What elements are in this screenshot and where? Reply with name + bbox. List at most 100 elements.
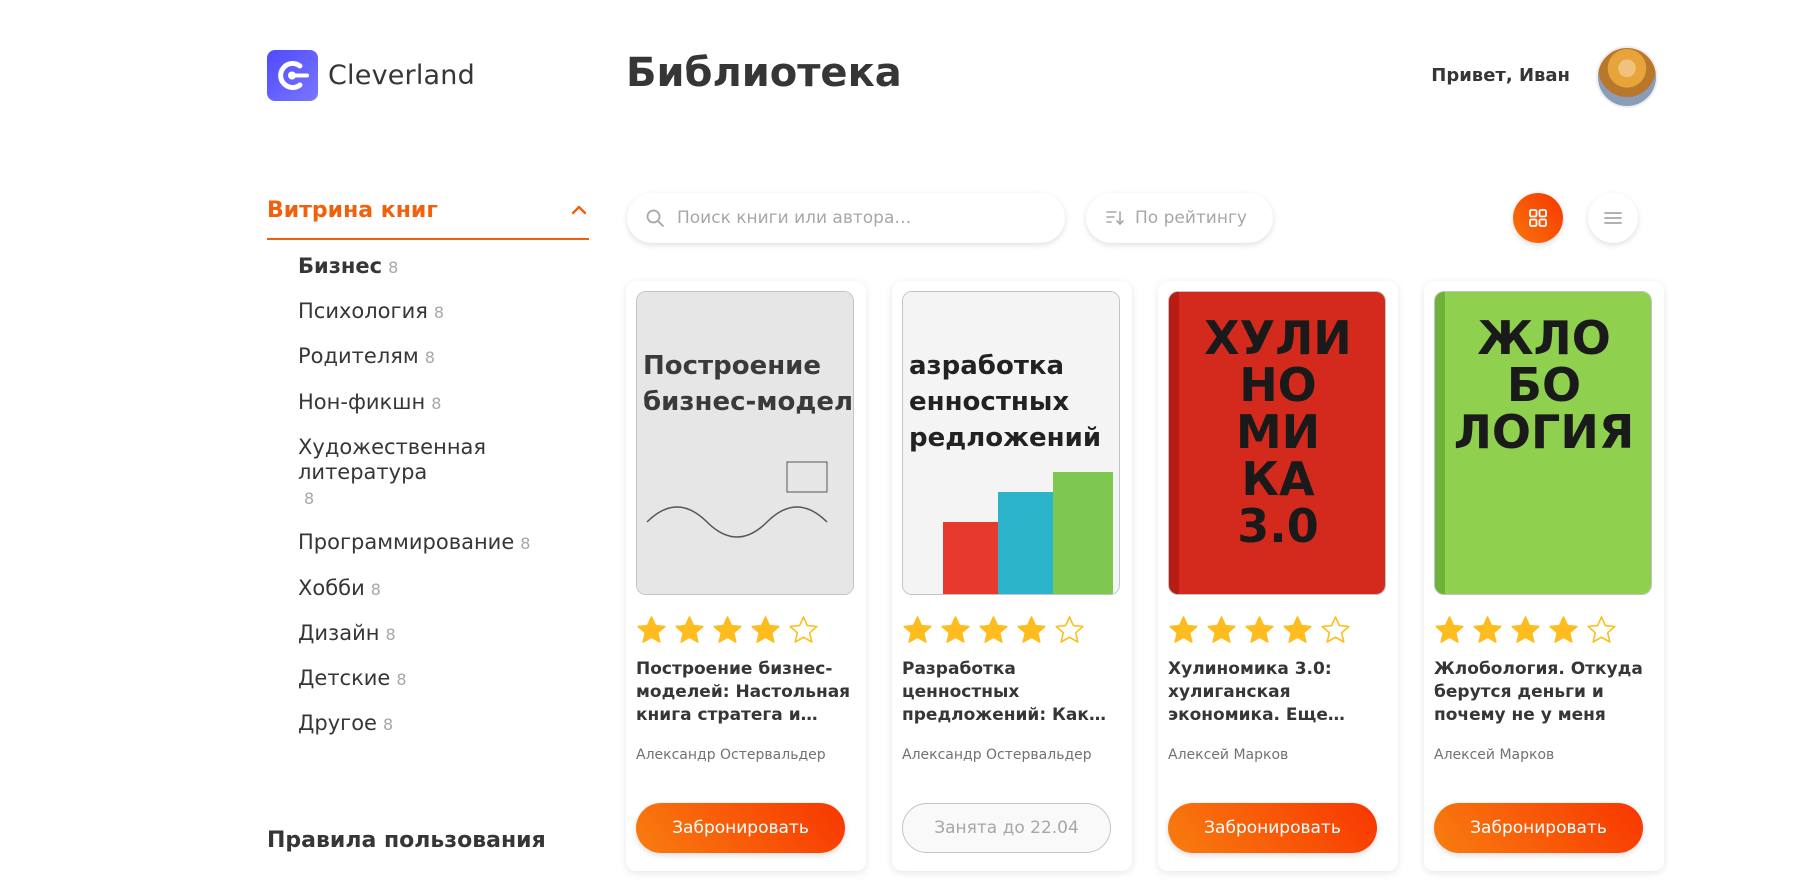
star-filled-icon xyxy=(1207,616,1236,643)
sidebar-item-kids[interactable]: Детские 8 xyxy=(298,666,589,691)
sidebar-item-psychology[interactable]: Психология 8 xyxy=(298,299,589,324)
star-empty-icon xyxy=(789,616,818,643)
book-title: Построение бизнес-моделей: Настольная кн… xyxy=(636,659,851,725)
view-list-button[interactable] xyxy=(1588,193,1638,243)
list-icon xyxy=(1604,212,1622,224)
search-bar[interactable] xyxy=(627,193,1065,243)
book-grid: Построениебизнес-моделейПостроение бизне… xyxy=(626,281,1664,871)
category-count: 8 xyxy=(396,669,407,689)
star-filled-icon xyxy=(1017,616,1046,643)
svg-text:МИ: МИ xyxy=(1236,405,1320,459)
star-filled-icon xyxy=(637,616,666,643)
sidebar-item-hobby[interactable]: Хобби 8 xyxy=(298,576,589,601)
svg-text:ЖЛО: ЖЛО xyxy=(1477,311,1611,365)
showcase-label: Витрина книг xyxy=(267,197,438,223)
star-filled-icon xyxy=(1511,616,1540,643)
svg-text:Построение: Построение xyxy=(643,351,821,381)
star-filled-icon xyxy=(941,616,970,643)
book-title: Жлобология. Откуда берутся деньги и поче… xyxy=(1434,659,1643,725)
sidebar-item-fiction[interactable]: Художественная литература 8 xyxy=(298,435,589,511)
category-count: 8 xyxy=(385,624,396,644)
sidebar-item-other[interactable]: Другое 8 xyxy=(298,711,589,736)
view-grid-button[interactable] xyxy=(1513,193,1563,243)
star-filled-icon xyxy=(1473,616,1502,643)
category-count: 8 xyxy=(388,258,399,277)
star-filled-icon xyxy=(1169,616,1198,643)
star-filled-icon xyxy=(675,616,704,643)
rating-stars xyxy=(636,615,856,645)
star-filled-icon xyxy=(979,616,1008,643)
category-count: 8 xyxy=(520,534,531,554)
book-button[interactable]: Забронировать xyxy=(636,803,845,853)
book-card[interactable]: ЖЛО БО ЛОГИЯ Жлобология. Откуда берутся ден… xyxy=(1424,281,1664,871)
svg-text:бизнес-моделей: бизнес-моделей xyxy=(643,387,854,417)
busy-until-button[interactable]: Занята до 22.04 xyxy=(902,803,1111,853)
book-cover: ХУЛИ НО МИ КА 3.0 xyxy=(1168,291,1386,595)
sort-label: По рейтингу xyxy=(1135,208,1247,228)
star-filled-icon xyxy=(1549,616,1578,643)
category-list: Бизнес 8 Психология 8 Родителям 8 Нон-фикшн… xyxy=(267,254,589,736)
sidebar-item-design[interactable]: Дизайн 8 xyxy=(298,621,589,646)
category-label: Хобби xyxy=(298,575,365,600)
svg-text:редложений: редложений xyxy=(909,423,1101,453)
category-label: Другое xyxy=(298,711,377,736)
book-card[interactable]: азработка енностных редложений Разработка ц… xyxy=(892,281,1132,871)
category-count: 8 xyxy=(433,303,445,323)
chevron-up-icon xyxy=(571,205,587,215)
book-author: Алексей Марков xyxy=(1168,747,1289,763)
search-icon xyxy=(646,209,664,227)
book-title: Разработка ценностных предложений: Как с… xyxy=(902,659,1089,725)
sidebar-item-rules[interactable]: Правила пользования xyxy=(267,828,546,853)
sidebar-item-business[interactable]: Бизнес 8 xyxy=(298,254,589,279)
category-label: Психология xyxy=(298,299,428,324)
book-title: Хулиномика 3.0: хулиганская экономика. Е… xyxy=(1168,659,1332,725)
category-label: Нон-фикшн xyxy=(298,389,426,414)
star-empty-icon xyxy=(1321,616,1350,643)
sidebar-item-non-fiction[interactable]: Нон-фикшн 8 xyxy=(298,390,589,415)
star-filled-icon xyxy=(1435,616,1464,643)
star-filled-icon xyxy=(1283,616,1312,643)
logo-text: Cleverland xyxy=(328,60,475,91)
category-label: Дизайн xyxy=(298,620,380,645)
book-author: Алексей Марков xyxy=(1434,747,1555,763)
sidebar: Витрина книг Бизнес 8 Психология 8 Родител… xyxy=(267,190,589,756)
category-label: Бизнес xyxy=(298,254,383,278)
svg-text:ЛОГИЯ: ЛОГИЯ xyxy=(1454,405,1635,459)
book-button[interactable]: Забронировать xyxy=(1168,803,1377,853)
svg-text:ХУЛИ: ХУЛИ xyxy=(1204,311,1352,365)
showcase-toggle[interactable]: Витрина книг xyxy=(267,190,589,240)
book-card[interactable]: ХУЛИ НО МИ КА 3.0 Хулиномика 3.0: хулиганская… xyxy=(1158,281,1398,871)
book-cover: Построение бизнес-моделей xyxy=(636,291,854,595)
svg-text:3.0: 3.0 xyxy=(1237,499,1319,553)
category-count: 8 xyxy=(382,715,394,735)
rating-stars xyxy=(1434,615,1654,645)
svg-text:азработка: азработка xyxy=(909,351,1064,381)
rating-stars xyxy=(1168,615,1388,645)
library-page: Cleverland Библиотека Привет, Иван Витри… xyxy=(0,0,1800,885)
rating-stars xyxy=(902,615,1122,645)
category-count: 8 xyxy=(424,348,435,368)
sidebar-item-programming[interactable]: Программирование 8 xyxy=(298,530,589,555)
svg-text:НО: НО xyxy=(1239,358,1317,412)
book-card[interactable]: Построениебизнес-моделейПостроение бизне… xyxy=(626,281,866,871)
category-count: 8 xyxy=(431,393,442,413)
avatar[interactable] xyxy=(1596,46,1658,108)
logo[interactable]: Cleverland xyxy=(267,50,475,101)
category-label: Программирование xyxy=(298,530,515,555)
svg-text:енностных: енностных xyxy=(909,387,1069,417)
book-cover: ЖЛО БО ЛОГИЯ xyxy=(1434,291,1652,595)
book-author: Александр Остервальдер xyxy=(636,747,826,763)
svg-text:БО: БО xyxy=(1507,358,1581,412)
cleverland-logo-icon xyxy=(267,50,318,101)
user-greeting[interactable]: Привет, Иван xyxy=(1431,65,1570,86)
search-input[interactable] xyxy=(677,208,1037,228)
sidebar-item-parents[interactable]: Родителям 8 xyxy=(298,344,589,369)
category-label: Художественная литература xyxy=(298,434,487,484)
book-button[interactable]: Забронировать xyxy=(1434,803,1643,853)
star-filled-icon xyxy=(713,616,742,643)
page-title: Библиотека xyxy=(626,50,902,96)
category-label: Детские xyxy=(298,665,391,690)
sort-icon xyxy=(1106,211,1124,225)
grid-icon xyxy=(1529,209,1547,227)
sort-button[interactable]: По рейтингу xyxy=(1086,193,1273,243)
